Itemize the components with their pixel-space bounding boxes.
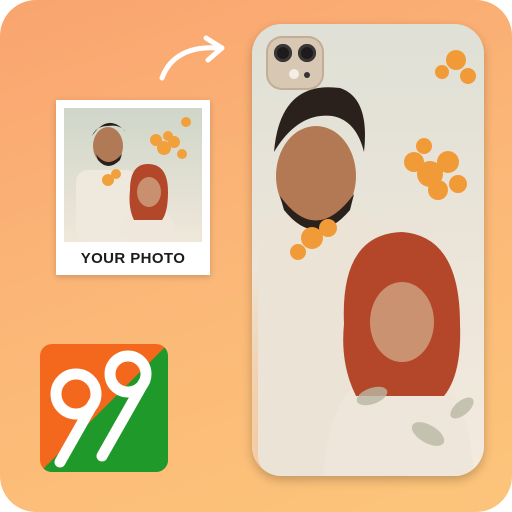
camera-lens-icon — [298, 44, 316, 62]
your-photo-card: YOUR PHOTO — [56, 100, 210, 275]
printed-couple-photo — [252, 24, 484, 476]
couple-photo-thumbnail — [64, 108, 202, 242]
camera-module — [266, 36, 324, 90]
app-icon-tile: YOUR PHOTO — [0, 0, 512, 512]
curved-arrow-icon — [159, 35, 225, 81]
app-logo-99-icon — [40, 344, 168, 472]
flash-icon — [289, 69, 299, 79]
camera-lens-icon — [274, 44, 292, 62]
sensor-icon — [304, 72, 310, 78]
phone-case-mockup — [252, 24, 484, 476]
photo-caption: YOUR PHOTO — [80, 250, 186, 267]
